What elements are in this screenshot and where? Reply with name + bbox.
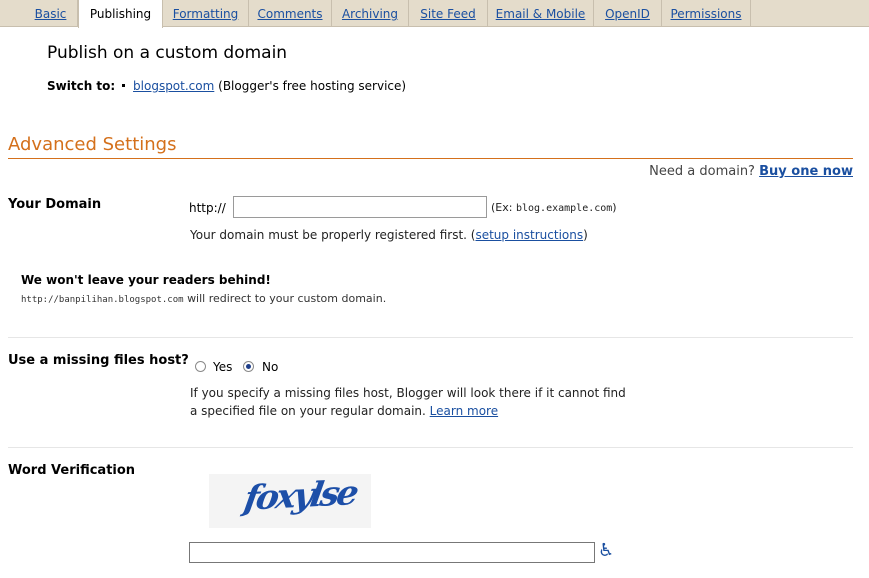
missing-host-no-radio[interactable] (243, 361, 254, 372)
readers-notice-text: http://banpilihan.blogspot.com will redi… (21, 292, 386, 305)
settings-tabbar: Basic Publishing Formatting Comments Arc… (0, 0, 869, 28)
setup-instructions-link[interactable]: setup instructions (475, 228, 583, 242)
missing-files-host-label: Use a missing files host? (8, 353, 189, 368)
tab-comments[interactable]: Comments (249, 0, 332, 27)
need-domain-text: Need a domain? (649, 164, 755, 179)
tab-site-feed[interactable]: Site Feed (409, 0, 488, 27)
blogspot-link[interactable]: blogspot.com (133, 79, 214, 93)
missing-host-yes-label[interactable]: Yes (213, 360, 232, 374)
tab-publishing[interactable]: Publishing (78, 0, 163, 28)
domain-registration-note: Your domain must be properly registered … (190, 228, 588, 242)
buy-domain-link[interactable]: Buy one now (759, 164, 853, 179)
wheelchair-icon[interactable]: ♿ (598, 541, 614, 561)
domain-note-text: Your domain must be properly registered … (190, 228, 476, 242)
tab-archiving[interactable]: Archiving (332, 0, 409, 27)
redirect-description: will redirect to your custom domain. (187, 292, 387, 305)
example-domain: blog.example.com (515, 203, 613, 214)
tab-basic[interactable]: Basic (24, 0, 78, 27)
your-domain-label: Your Domain (8, 197, 102, 212)
tab-permissions[interactable]: Permissions (662, 0, 751, 27)
missing-host-description: If you specify a missing files host, Blo… (190, 384, 630, 420)
example-suffix: ) (612, 201, 617, 214)
section-divider (8, 337, 853, 338)
advanced-settings-heading: Advanced Settings (8, 134, 177, 155)
switch-row: Switch to: blogspot.com (Blogger's free … (47, 79, 406, 93)
captcha-image: foxylse (209, 473, 371, 528)
domain-note-suffix: ) (583, 228, 588, 242)
section-divider (8, 447, 853, 448)
http-prefix: http:// (189, 201, 226, 215)
switch-label: Switch to: (47, 79, 116, 93)
captcha-input[interactable] (189, 542, 595, 563)
page-title: Publish on a custom domain (47, 43, 288, 63)
word-verification-label: Word Verification (8, 463, 136, 478)
need-domain-prompt: Need a domain? Buy one now (649, 164, 853, 179)
tab-openid[interactable]: OpenID (594, 0, 662, 27)
domain-input[interactable] (233, 196, 487, 218)
captcha-text: foxylse (241, 473, 359, 519)
heading-divider (8, 158, 853, 159)
switch-description: (Blogger's free hosting service) (218, 79, 407, 93)
domain-example-hint: (Ex: blog.example.com) (491, 201, 617, 214)
readers-notice-title: We won't leave your readers behind! (21, 273, 271, 287)
old-blog-url: http://banpilihan.blogspot.com (21, 295, 184, 305)
missing-host-no-label[interactable]: No (262, 360, 278, 374)
missing-host-yes-radio[interactable] (195, 361, 206, 372)
tab-formatting[interactable]: Formatting (163, 0, 249, 27)
tab-email-mobile[interactable]: Email & Mobile (488, 0, 594, 27)
bullet-icon (122, 83, 126, 87)
learn-more-link[interactable]: Learn more (430, 404, 498, 418)
example-prefix: (Ex: (491, 201, 513, 214)
missing-host-desc-text: If you specify a missing files host, Blo… (190, 386, 626, 418)
